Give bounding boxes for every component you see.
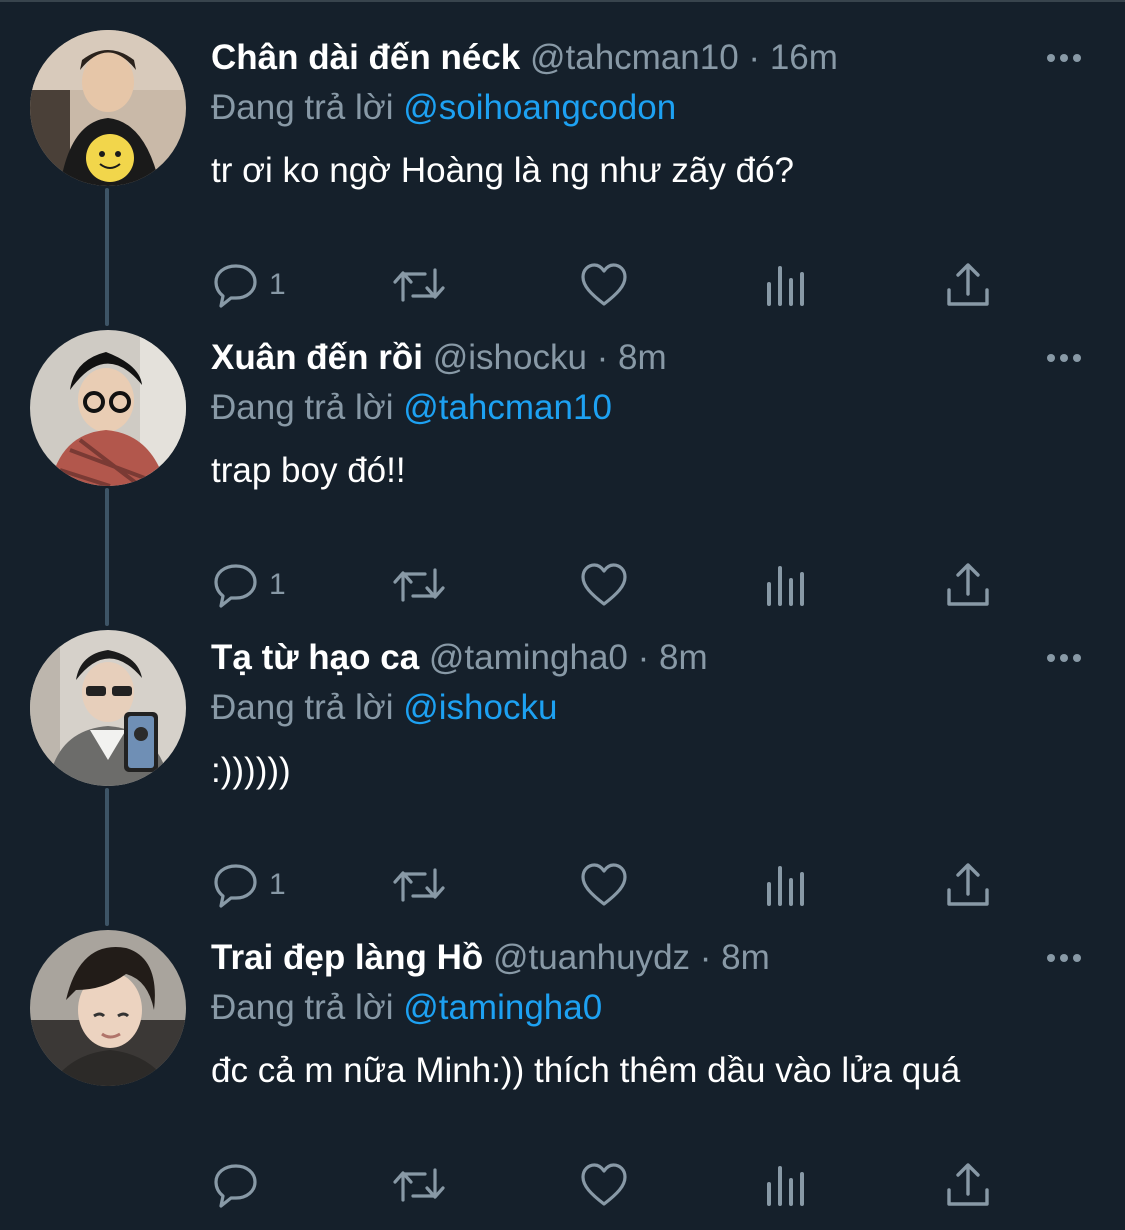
user-handle[interactable]: @tahcman10 <box>530 38 739 77</box>
replying-to: Đang trả lời @tamingha0 <box>211 982 602 1034</box>
top-divider <box>0 0 1125 2</box>
share-icon <box>947 263 989 306</box>
share-icon <box>947 863 989 906</box>
retweet-icon <box>393 268 445 302</box>
tweet-header: Xuân đến rồi @ishocku · 8m <box>211 332 667 384</box>
like-button[interactable] <box>579 860 629 910</box>
tweet-actions <box>211 1160 1011 1210</box>
reply-button[interactable] <box>211 1160 269 1210</box>
reply-icon <box>214 564 257 608</box>
retweet-button[interactable] <box>391 260 447 310</box>
display-name[interactable]: Tạ từ hạo ca <box>211 638 419 677</box>
display-name[interactable]: Xuân đến rồi <box>211 338 423 377</box>
retweet-icon <box>393 568 445 602</box>
mention-link[interactable]: @tamingha0 <box>403 988 602 1027</box>
display-name[interactable]: Chân dài đến néck <box>211 38 520 77</box>
replying-label: Đang trả lời <box>211 388 394 427</box>
tweet-actions: 1 <box>211 860 1011 910</box>
share-icon <box>947 563 989 606</box>
analytics-button[interactable] <box>765 860 809 910</box>
like-button[interactable] <box>579 1160 629 1210</box>
separator-dot: · <box>699 938 712 977</box>
reply-icon <box>214 1164 257 1208</box>
analytics-icon <box>767 1166 804 1206</box>
like-button[interactable] <box>579 560 629 610</box>
share-button[interactable] <box>945 860 991 910</box>
more-icon[interactable] <box>1047 954 1081 962</box>
retweet-button[interactable] <box>391 560 447 610</box>
user-handle[interactable]: @tamingha0 <box>429 638 628 677</box>
reply-button[interactable]: 1 <box>211 560 286 610</box>
reply-count: 1 <box>269 568 286 601</box>
share-button[interactable] <box>945 260 991 310</box>
tweet[interactable]: Trai đẹp làng Hồ @tuanhuydz · 8m Đang tr… <box>0 930 1125 1230</box>
replying-to: Đang trả lời @tahcman10 <box>211 382 612 434</box>
replying-to: Đang trả lời @soihoangcodon <box>211 82 676 134</box>
analytics-icon <box>767 566 804 606</box>
avatar[interactable] <box>30 630 186 786</box>
tweet-header: Tạ từ hạo ca @tamingha0 · 8m <box>211 632 708 684</box>
retweet-icon <box>393 1168 445 1202</box>
retweet-button[interactable] <box>391 860 447 910</box>
share-button[interactable] <box>945 1160 991 1210</box>
mention-link[interactable]: @tahcman10 <box>403 388 612 427</box>
analytics-icon <box>767 266 804 306</box>
more-icon[interactable] <box>1047 54 1081 62</box>
reply-count: 1 <box>269 268 286 301</box>
avatar[interactable] <box>30 30 186 186</box>
tweet-header: Trai đẹp làng Hồ @tuanhuydz · 8m <box>211 932 770 984</box>
replying-to: Đang trả lời @ishocku <box>211 682 557 734</box>
display-name[interactable]: Trai đẹp làng Hồ <box>211 938 483 977</box>
mention-link[interactable]: @ishocku <box>403 688 557 727</box>
heart-icon <box>581 1163 627 1206</box>
timestamp[interactable]: 16m <box>770 38 838 77</box>
tweet[interactable]: Chân dài đến néck @tahcman10 · 16m Đang … <box>0 30 1125 330</box>
retweet-button[interactable] <box>391 1160 447 1210</box>
tweet-text: :)))))) <box>211 751 291 790</box>
tweet-actions: 1 <box>211 560 1011 610</box>
reply-icon <box>214 264 257 308</box>
timestamp[interactable]: 8m <box>618 338 667 377</box>
tweet-actions: 1 <box>211 260 1011 310</box>
reply-icon <box>214 864 257 908</box>
tweet[interactable]: Xuân đến rồi @ishocku · 8m Đang trả lời … <box>0 330 1125 630</box>
heart-icon <box>581 563 627 606</box>
reply-count: 1 <box>269 868 286 901</box>
share-icon <box>947 1163 989 1206</box>
tweet[interactable]: Tạ từ hạo ca @tamingha0 · 8m Đang trả lờ… <box>0 630 1125 930</box>
separator-dot: · <box>748 38 761 77</box>
heart-icon <box>581 263 627 306</box>
more-icon[interactable] <box>1047 354 1081 362</box>
tweet-text: đc cả m nữa Minh:)) thích thêm dầu vào l… <box>211 1051 961 1090</box>
replying-label: Đang trả lời <box>211 88 394 127</box>
tweet-text: tr ơi ko ngờ Hoàng là ng như zãy đó? <box>211 151 795 190</box>
tweet-header: Chân dài đến néck @tahcman10 · 16m <box>211 32 838 84</box>
share-button[interactable] <box>945 560 991 610</box>
timestamp[interactable]: 8m <box>721 938 770 977</box>
retweet-icon <box>393 868 445 902</box>
heart-icon <box>581 863 627 906</box>
separator-dot: · <box>637 638 650 677</box>
replying-label: Đang trả lời <box>211 988 394 1027</box>
like-button[interactable] <box>579 260 629 310</box>
timestamp[interactable]: 8m <box>659 638 708 677</box>
analytics-icon <box>767 866 804 906</box>
user-handle[interactable]: @tuanhuydz <box>493 938 690 977</box>
mention-link[interactable]: @soihoangcodon <box>403 88 676 127</box>
avatar[interactable] <box>30 930 186 1086</box>
more-icon[interactable] <box>1047 654 1081 662</box>
tweet-text: trap boy đó!! <box>211 451 406 490</box>
reply-button[interactable]: 1 <box>211 860 286 910</box>
reply-button[interactable]: 1 <box>211 260 286 310</box>
replying-label: Đang trả lời <box>211 688 394 727</box>
analytics-button[interactable] <box>765 260 809 310</box>
separator-dot: · <box>596 338 609 377</box>
avatar[interactable] <box>30 330 186 486</box>
analytics-button[interactable] <box>765 1160 809 1210</box>
user-handle[interactable]: @ishocku <box>433 338 587 377</box>
analytics-button[interactable] <box>765 560 809 610</box>
